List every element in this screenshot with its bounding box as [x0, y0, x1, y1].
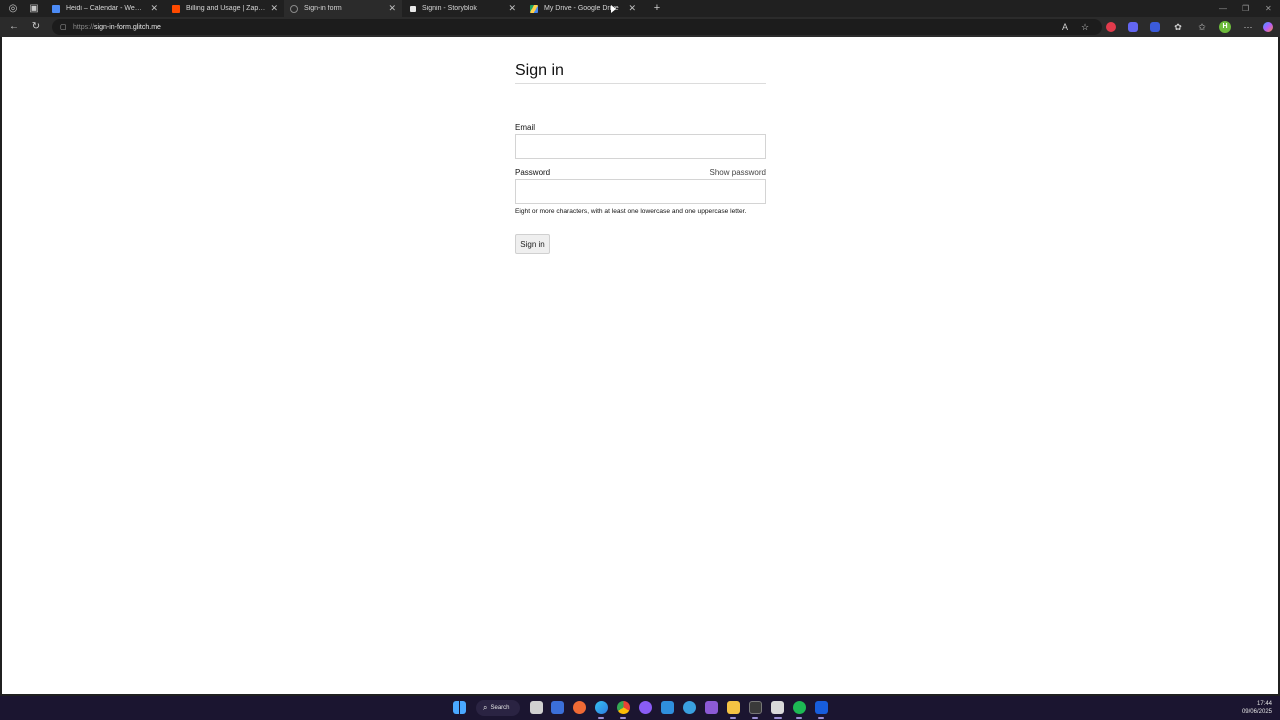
running-indicator: [818, 717, 824, 719]
extensions-icon[interactable]: ✿: [1171, 17, 1185, 37]
close-icon[interactable]: ✕: [388, 3, 396, 14]
tab-title: Signin - Storyblok: [422, 5, 477, 12]
clock-time: 17:44: [1256, 701, 1272, 707]
page-title: Sign in: [515, 61, 766, 84]
close-window-icon[interactable]: ✕: [1265, 0, 1272, 17]
edge-icon[interactable]: [595, 701, 608, 714]
tab-strip: ◎ ▣ Heidi – Calendar - Week of 9 June ✕ …: [0, 0, 1280, 17]
password-label: Password: [515, 168, 551, 177]
favorite-star-icon[interactable]: ☆: [1078, 17, 1092, 37]
read-aloud-icon[interactable]: A: [1058, 17, 1072, 37]
search-icon: ⌕: [483, 703, 488, 712]
zapier-icon: [172, 4, 180, 13]
running-indicator: [752, 717, 758, 719]
extension-icon[interactable]: [1128, 22, 1138, 32]
refresh-icon[interactable]: ↻: [28, 17, 44, 37]
tab-storyblok[interactable]: Signin - Storyblok ✕: [404, 0, 522, 17]
app-icon[interactable]: [683, 701, 696, 714]
running-indicator: [774, 717, 782, 719]
clock-date: 09/06/2025: [1241, 709, 1272, 715]
show-password-button[interactable]: Show password: [710, 168, 766, 177]
extension-icon[interactable]: [1106, 22, 1116, 32]
more-options-icon[interactable]: ⋯: [1241, 17, 1255, 37]
url-scheme: https://: [73, 23, 95, 31]
start-icon[interactable]: [453, 701, 466, 714]
terminal-icon[interactable]: [749, 701, 762, 714]
calendar-icon: [52, 4, 60, 13]
running-indicator: [796, 717, 802, 719]
close-icon[interactable]: ✕: [508, 3, 516, 14]
close-icon[interactable]: ✕: [150, 3, 158, 14]
url-host: sign-in-form.glitch.me: [94, 23, 161, 31]
password-field[interactable]: [515, 179, 766, 204]
password-hint: Eight or more characters, with at least …: [515, 208, 747, 215]
github-icon[interactable]: [639, 701, 652, 714]
favorites-icon[interactable]: ✩: [1195, 17, 1209, 37]
email-label: Email: [515, 123, 536, 132]
file-explorer-icon[interactable]: [727, 701, 740, 714]
avatar[interactable]: H: [1219, 21, 1231, 33]
task-view-icon[interactable]: [530, 701, 543, 714]
bitwarden-extension-icon[interactable]: [1150, 22, 1160, 32]
search-label: Search: [490, 705, 510, 711]
running-indicator: [598, 717, 604, 719]
tab-calendar[interactable]: Heidi – Calendar - Week of 9 June ✕: [46, 0, 164, 17]
google-drive-icon: [530, 4, 538, 13]
taskbar: ⌕ Search 17:44 09/06/2025: [0, 696, 1280, 720]
close-icon[interactable]: ✕: [628, 3, 636, 14]
spotify-icon[interactable]: [793, 701, 806, 714]
tab-title: Heidi – Calendar - Week of 9 June: [66, 5, 145, 12]
sign-in-form: Sign in Email Password Show password Eig…: [515, 61, 766, 254]
address-bar[interactable]: ▢ https://sign-in-form.glitch.me: [52, 19, 1102, 35]
back-icon[interactable]: ←: [6, 17, 22, 37]
browser-menu-icon[interactable]: ◎: [3, 0, 23, 17]
close-icon[interactable]: ✕: [270, 3, 278, 14]
running-indicator: [730, 717, 736, 719]
running-indicator: [620, 717, 626, 719]
tab-actions-icon[interactable]: ▣: [24, 0, 44, 17]
tab-title: Sign-in form: [304, 5, 342, 12]
visual-studio-icon[interactable]: [705, 701, 718, 714]
page-viewport: Sign in Email Password Show password Eig…: [2, 37, 1278, 694]
restore-icon[interactable]: ❐: [1242, 0, 1249, 17]
tab-zapier[interactable]: Billing and Usage | Zapier ✕: [166, 0, 284, 17]
taskbar-search-button[interactable]: ⌕ Search: [476, 700, 520, 716]
chrome-icon[interactable]: [617, 701, 630, 714]
tab-title: Billing and Usage | Zapier: [186, 5, 266, 12]
app-icon[interactable]: [771, 701, 784, 714]
minimize-icon[interactable]: —: [1219, 0, 1227, 17]
bitwarden-icon[interactable]: [815, 701, 828, 714]
system-clock[interactable]: 17:44 09/06/2025: [1242, 700, 1272, 716]
url-text: https://sign-in-form.glitch.me: [73, 24, 161, 31]
tab-sign-in-form[interactable]: Sign-in form ✕: [284, 0, 402, 17]
tab-google-drive[interactable]: My Drive - Google Drive ✕: [524, 0, 642, 17]
globe-icon: [290, 4, 298, 13]
app-icon[interactable]: [551, 701, 564, 714]
new-tab-button[interactable]: +: [651, 0, 663, 17]
sign-in-button[interactable]: Sign in: [515, 234, 550, 254]
mouse-cursor: [611, 5, 616, 13]
copilot-icon[interactable]: [1263, 22, 1273, 32]
vscode-icon[interactable]: [661, 701, 674, 714]
app-icon[interactable]: [573, 701, 586, 714]
storyblok-icon: [410, 5, 416, 12]
page-info-icon[interactable]: ▢: [60, 24, 67, 31]
email-field[interactable]: [515, 134, 766, 159]
